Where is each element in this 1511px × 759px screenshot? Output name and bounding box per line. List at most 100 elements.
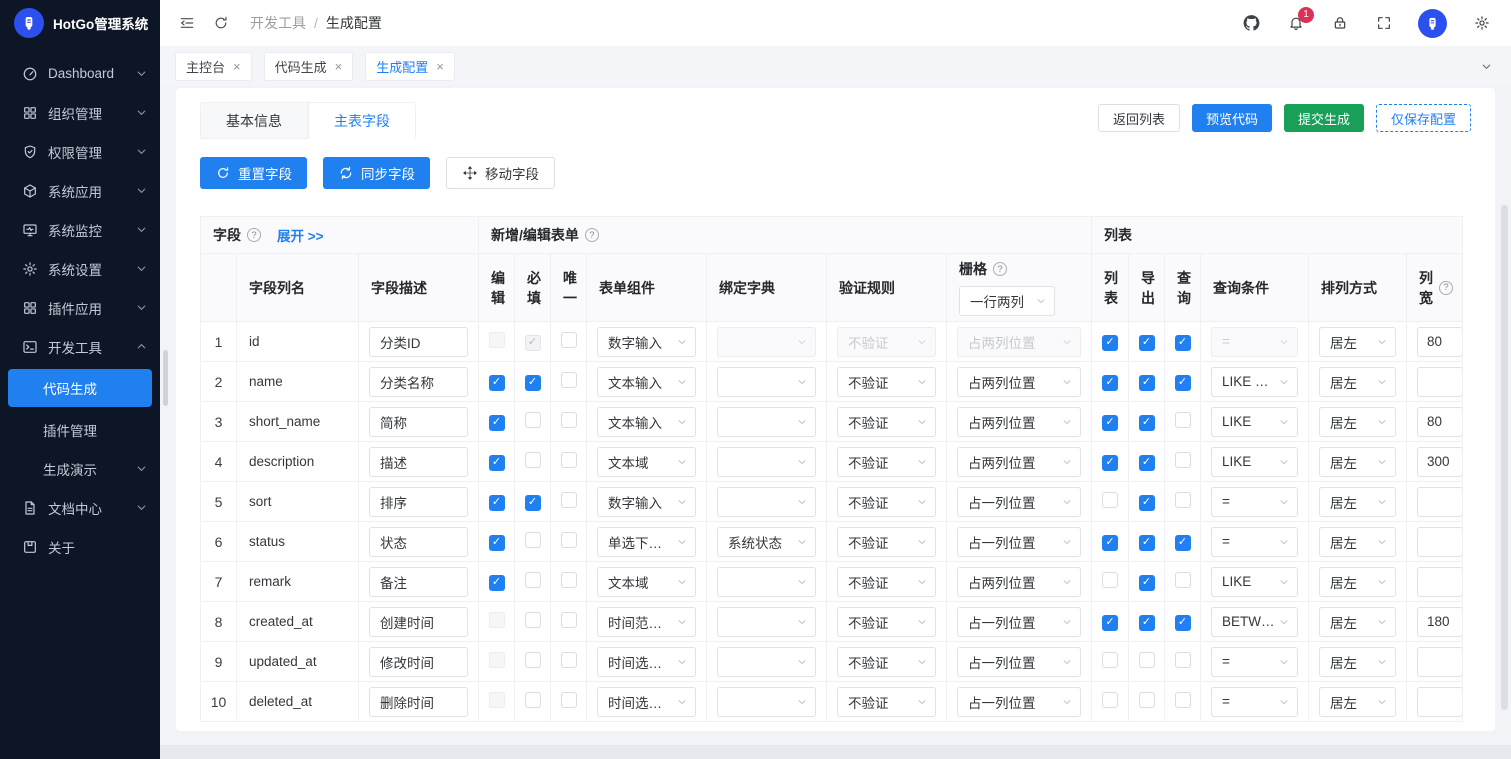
list-checkbox[interactable]: ✓ [1102,334,1119,351]
required-checkbox[interactable]: ✓ [524,374,541,391]
grid-span-select[interactable]: 占一列位置 [957,486,1082,517]
bind-dict-select[interactable]: 系统状态 [717,526,817,557]
sync-fields-button[interactable]: 同步字段 [323,157,430,189]
required-checkbox[interactable] [524,412,541,428]
unique-checkbox[interactable] [560,412,577,428]
unique-checkbox[interactable] [560,332,577,348]
align-mode-select[interactable]: 居左 [1319,406,1397,437]
list-checkbox[interactable]: ✓ [1102,374,1119,391]
field-description-input[interactable] [369,446,469,477]
align-mode-select[interactable]: 居左 [1319,446,1397,477]
grid-span-select[interactable]: 占两列位置 [957,446,1082,477]
field-description-input[interactable] [369,406,469,437]
page-scrollbar[interactable] [1501,205,1508,710]
column-width-input[interactable] [1417,526,1462,557]
field-description-input[interactable] [369,326,469,357]
align-mode-select[interactable]: 居左 [1319,526,1397,557]
field-description-input[interactable] [369,366,469,397]
export-checkbox[interactable]: ✓ [1138,574,1155,591]
validation-rule-select[interactable]: 不验证 [837,606,937,637]
export-checkbox[interactable]: ✓ [1138,454,1155,471]
list-checkbox[interactable]: ✓ [1102,414,1119,431]
column-width-input[interactable] [1417,326,1462,357]
sidebar-item-2[interactable]: 权限管理 [0,132,160,171]
grid-span-select[interactable]: 占一列位置 [957,686,1082,717]
align-mode-select[interactable]: 居左 [1319,686,1397,717]
sidebar-item-4[interactable]: 系统监控 [0,210,160,249]
export-checkbox[interactable]: ✓ [1138,374,1155,391]
github-icon[interactable] [1242,14,1261,33]
list-checkbox[interactable]: ✓ [1102,614,1119,631]
bind-dict-select[interactable] [717,446,817,477]
sidebar-item-11[interactable]: 文档中心 [0,488,160,527]
close-icon[interactable]: × [233,60,241,73]
bind-dict-select[interactable] [717,366,817,397]
help-icon[interactable]: ? [247,228,261,242]
query-condition-select[interactable]: = [1211,486,1299,517]
export-checkbox[interactable]: ✓ [1138,494,1155,511]
export-checkbox[interactable]: ✓ [1138,334,1155,351]
tabs-chevron-down-icon[interactable] [1477,57,1495,75]
form-component-select[interactable]: 文本域 [597,566,697,597]
unique-checkbox[interactable] [560,452,577,468]
field-description-input[interactable] [369,606,469,637]
breadcrumb-parent[interactable]: 开发工具 [250,13,306,33]
page-tab-2[interactable]: 生成配置 × [366,52,454,80]
sidebar-item-6[interactable]: 插件应用 [0,288,160,327]
form-component-select[interactable]: 时间选择(Y-... [597,646,697,677]
align-mode-select[interactable]: 居左 [1319,366,1397,397]
validation-rule-select[interactable]: 不验证 [837,566,937,597]
bind-dict-select[interactable] [717,566,817,597]
bind-dict-select[interactable] [717,406,817,437]
edit-checkbox[interactable]: ✓ [488,494,505,511]
edit-checkbox[interactable]: ✓ [488,374,505,391]
validation-rule-select[interactable]: 不验证 [837,366,937,397]
query-checkbox[interactable]: ✓ [1174,374,1191,391]
required-checkbox[interactable]: ✓ [524,494,541,511]
query-checkbox[interactable] [1174,492,1191,508]
query-checkbox[interactable] [1174,452,1191,468]
query-condition-select[interactable]: LIKE [1211,566,1299,597]
column-width-input[interactable] [1417,566,1462,597]
sidebar-item-7[interactable]: 开发工具 [0,327,160,366]
required-checkbox[interactable] [524,532,541,548]
unique-checkbox[interactable] [560,372,577,388]
column-width-input[interactable] [1417,486,1462,517]
field-description-input[interactable] [369,526,469,557]
tab-basic-info[interactable]: 基本信息 [200,102,308,139]
bind-dict-select[interactable] [717,606,817,637]
query-condition-select[interactable]: LIKE [1211,406,1299,437]
bind-dict-select[interactable] [717,686,817,717]
list-checkbox[interactable]: ✓ [1102,534,1119,551]
unique-checkbox[interactable] [560,612,577,628]
query-checkbox[interactable]: ✓ [1174,614,1191,631]
sidebar-subitem-9[interactable]: 插件管理 [0,410,160,449]
query-checkbox[interactable] [1174,572,1191,588]
move-fields-button[interactable]: 移动字段 [446,157,555,189]
query-checkbox[interactable] [1174,692,1191,708]
column-width-input[interactable] [1417,686,1462,717]
form-component-select[interactable]: 时间范围选择 [597,606,697,637]
validation-rule-select[interactable]: 不验证 [837,486,937,517]
expand-fields-link[interactable]: 展开 >> [277,225,324,245]
required-checkbox[interactable] [524,692,541,708]
sidebar-item-12[interactable]: 关于 [0,527,160,566]
column-width-input[interactable] [1417,446,1462,477]
grid-span-select[interactable]: 占一列位置 [957,526,1082,557]
list-checkbox[interactable]: ✓ [1102,454,1119,471]
grid-span-select[interactable]: 占两列位置 [957,406,1082,437]
column-width-input[interactable] [1417,646,1462,677]
form-component-select[interactable]: 时间选择(Y-... [597,686,697,717]
lock-icon[interactable] [1330,14,1349,33]
form-component-select[interactable]: 数字输入 [597,326,697,357]
edit-checkbox[interactable]: ✓ [488,414,505,431]
validation-rule-select[interactable]: 不验证 [837,526,937,557]
align-mode-select[interactable]: 居左 [1319,566,1397,597]
required-checkbox[interactable] [524,652,541,668]
help-icon[interactable]: ? [993,262,1008,276]
grid-span-select[interactable]: 占一列位置 [957,646,1082,677]
grid-layout-select[interactable]: 一行两列 [959,286,1056,316]
list-checkbox[interactable] [1102,492,1119,508]
sidebar-item-3[interactable]: 系统应用 [0,171,160,210]
validation-rule-select[interactable]: 不验证 [837,646,937,677]
